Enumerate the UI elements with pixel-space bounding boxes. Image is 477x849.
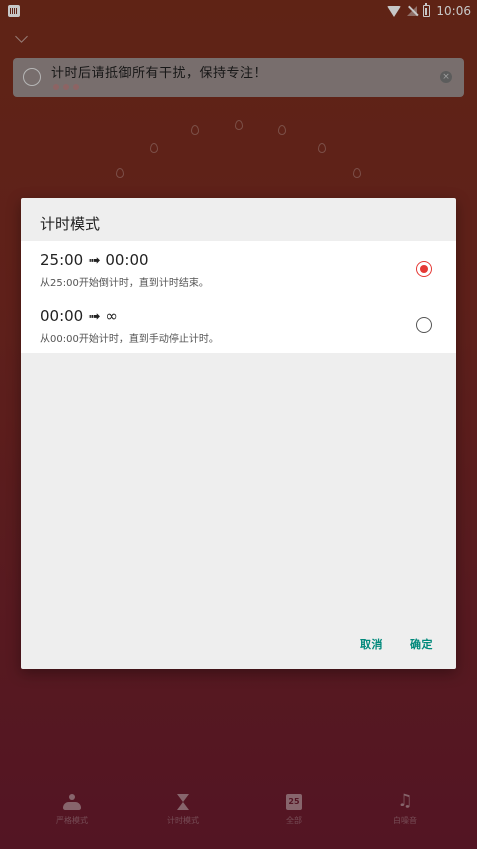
option-countup[interactable]: 00:00 ➟ ∞ 从00:00开始计时，直到手动停止计时。	[21, 297, 456, 353]
option-time: 00:00 ➟ ∞	[40, 307, 118, 325]
option-time: 25:00 ➟ 00:00	[40, 251, 149, 269]
option-description: 从00:00开始计时，直到手动停止计时。	[40, 334, 219, 345]
dialog-title: 计时模式	[40, 215, 101, 233]
ok-button[interactable]: 确定	[410, 636, 433, 652]
timer-mode-dialog: 计时模式 25:00 ➟ 00:00 从25:00开始倒计时，直到计时结束。 0…	[21, 198, 456, 669]
radio-button-selected[interactable]	[416, 261, 432, 277]
option-list: 25:00 ➟ 00:00 从25:00开始倒计时，直到计时结束。 00:00 …	[21, 241, 456, 353]
option-description: 从25:00开始倒计时，直到计时结束。	[40, 278, 209, 289]
cancel-button[interactable]: 取消	[360, 636, 383, 652]
option-countdown[interactable]: 25:00 ➟ 00:00 从25:00开始倒计时，直到计时结束。	[21, 241, 456, 297]
radio-button[interactable]	[416, 317, 432, 333]
